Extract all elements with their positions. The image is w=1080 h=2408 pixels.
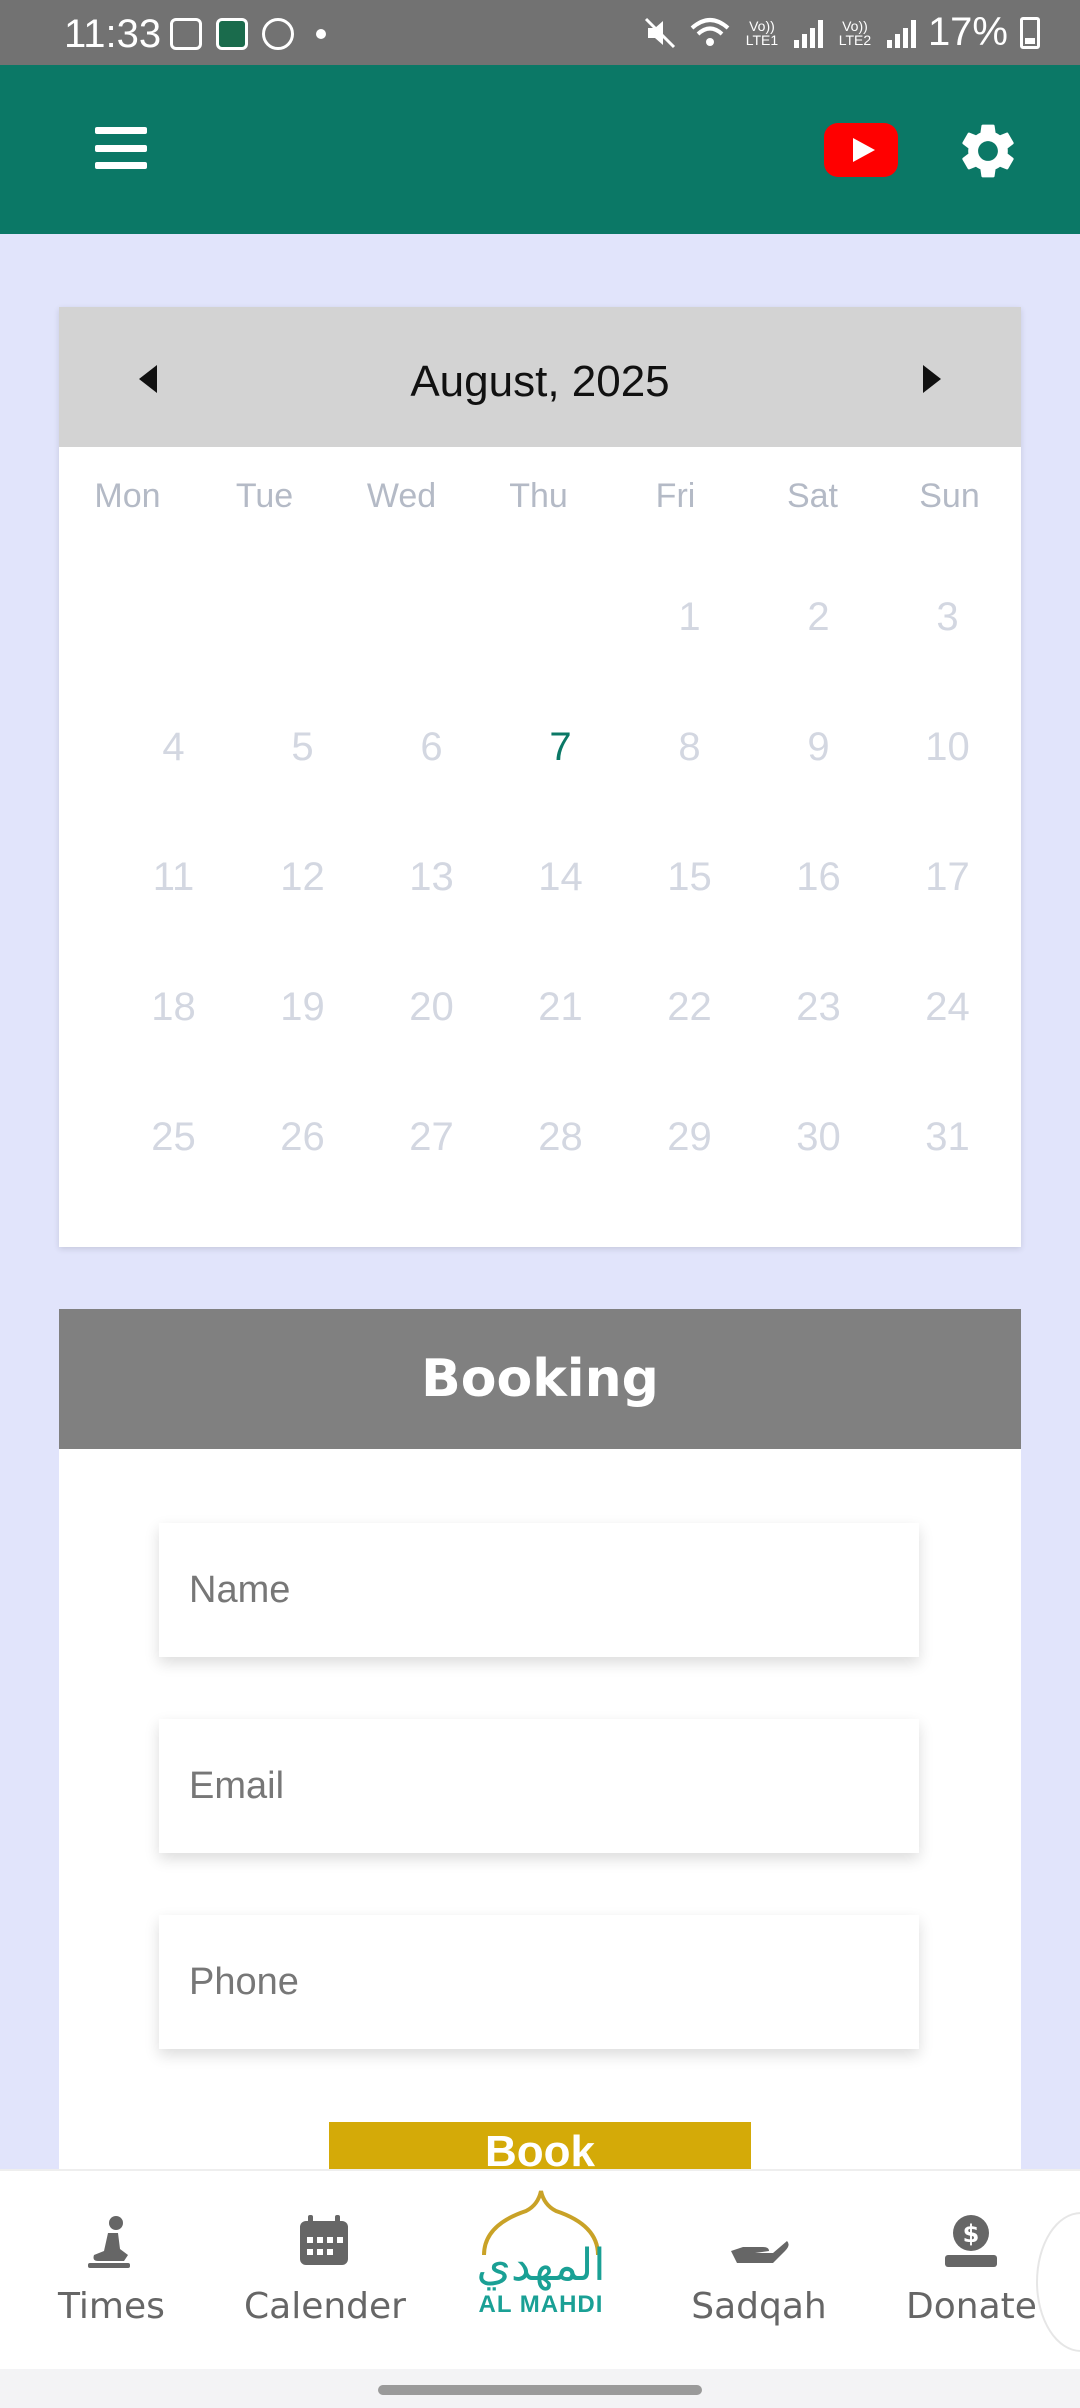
signal-1-icon (793, 18, 823, 48)
day-cell[interactable]: 15 (625, 855, 754, 899)
day-cell[interactable]: 29 (625, 1115, 754, 1159)
day-blank (367, 595, 496, 637)
day-cell[interactable]: 4 (109, 725, 238, 769)
day-cell[interactable]: 28 (496, 1115, 625, 1159)
day-cell[interactable]: 2 (754, 595, 883, 639)
nav-sadqah[interactable]: Sadqah (684, 2211, 834, 2327)
notification-icons (170, 18, 326, 50)
booking-title: Booking (421, 1349, 659, 1409)
phone-field[interactable] (159, 1915, 919, 2049)
donate-icon: $ (945, 2215, 997, 2267)
booking-header: Booking (59, 1309, 1021, 1449)
gesture-area (0, 2369, 1080, 2408)
day-cell[interactable]: 24 (883, 985, 1012, 1029)
giving-hand-icon (731, 2241, 789, 2263)
svg-text:$: $ (963, 2220, 980, 2248)
email-field[interactable] (159, 1719, 919, 1853)
prayer-icon (88, 2216, 130, 2268)
day-cell[interactable]: 8 (625, 725, 754, 769)
sim1-label: Vo)) LTE1 (745, 17, 779, 48)
nav-times-label: Times (58, 2286, 165, 2327)
nav-donate-label: Donate (906, 2286, 1037, 2327)
nav-donate[interactable]: $ Donate (906, 2211, 1037, 2327)
day-cell[interactable]: 18 (109, 985, 238, 1029)
app-bar (0, 65, 1080, 234)
day-cell[interactable]: 6 (367, 725, 496, 769)
nav-sadqah-label: Sadqah (691, 2286, 827, 2327)
day-cell[interactable]: 17 (883, 855, 1012, 899)
day-cell[interactable]: 16 (754, 855, 883, 899)
bottom-nav: Times Calender المهدي AL MAHDI Sadqah $ (0, 2169, 1080, 2369)
weekday-label: Sat (786, 477, 839, 515)
day-cell[interactable]: 23 (754, 985, 883, 1029)
day-cell[interactable]: 5 (238, 725, 367, 769)
day-blank (109, 595, 238, 637)
weekday-label: Mon (94, 477, 161, 515)
next-month-icon[interactable] (923, 365, 941, 393)
nav-calender-label: Calender (244, 2286, 406, 2327)
system-icons: Vo)) LTE1 Vo)) LTE2 17% (642, 10, 1040, 55)
nav-times[interactable]: Times (58, 2211, 165, 2327)
day-cell[interactable]: 27 (367, 1115, 496, 1159)
day-grid: 1 2 3 4 5 6 7 8 9 10 11 12 13 14 15 16 17 18 19 20 21 22 23 24 2… (109, 595, 1012, 1159)
day-cell[interactable]: 30 (754, 1115, 883, 1159)
weekday-label: Wed (366, 477, 437, 515)
wifi-icon (690, 17, 730, 46)
name-field[interactable] (159, 1523, 919, 1657)
gesture-handle[interactable] (378, 2385, 702, 2395)
day-cell[interactable]: 14 (496, 855, 625, 899)
day-cell[interactable]: 25 (109, 1115, 238, 1159)
more-notifications-icon (316, 29, 326, 39)
al-mahdi-logo[interactable]: المهدي AL MAHDI (466, 2187, 616, 2357)
logo-arabic: المهدي (476, 2240, 606, 2291)
weekday-label: Thu (509, 477, 568, 515)
status-time: 11:33 (64, 12, 162, 56)
day-cell[interactable]: 20 (367, 985, 496, 1029)
weekday-row: Mon Tue Wed Thu Fri Sat Sun (59, 477, 1021, 516)
logo-text: AL MAHDI (478, 2291, 604, 2318)
signal-2-icon (886, 18, 916, 48)
day-cell[interactable]: 11 (109, 855, 238, 899)
nav-calender[interactable]: Calender (244, 2211, 406, 2327)
calendar-month-label: August, 2025 (410, 357, 670, 406)
booking-card: Booking Book (59, 1309, 1021, 2182)
day-blank (238, 595, 367, 637)
day-cell[interactable]: 31 (883, 1115, 1012, 1159)
day-cell[interactable]: 13 (367, 855, 496, 899)
day-cell[interactable]: 19 (238, 985, 367, 1029)
calendar-card: August, 2025 Mon Tue Wed Thu Fri Sat Sun 12345… (59, 307, 1021, 1247)
calendar-icon (300, 2215, 348, 2265)
download-icon (262, 18, 294, 50)
day-cell[interactable]: 1 (625, 595, 754, 639)
weekday-label: Fri (655, 477, 696, 515)
hamburger-icon[interactable] (95, 127, 147, 169)
battery-percent: 17% (927, 10, 1008, 54)
battery-icon (1020, 16, 1040, 49)
weekday-label: Tue (235, 477, 294, 515)
day-cell[interactable]: 3 (883, 595, 1012, 639)
day-cell[interactable]: 26 (238, 1115, 367, 1159)
sim2-label: Vo)) LTE2 (838, 17, 872, 48)
day-cell-today[interactable]: 7 (496, 725, 625, 769)
calendar-header: August, 2025 (59, 307, 1021, 447)
day-blank (496, 595, 625, 637)
app-notification-icon (216, 18, 248, 50)
gear-icon[interactable] (955, 118, 1021, 184)
day-cell[interactable]: 10 (883, 725, 1012, 769)
youtube-icon[interactable] (824, 123, 898, 177)
gallery-icon (170, 18, 202, 50)
day-cell[interactable]: 12 (238, 855, 367, 899)
mute-icon (644, 17, 675, 48)
day-cell[interactable]: 21 (496, 985, 625, 1029)
day-cell[interactable]: 9 (754, 725, 883, 769)
status-bar: 11:33 Vo)) LTE1 Vo)) LTE2 17% (0, 0, 1080, 65)
day-cell[interactable]: 22 (625, 985, 754, 1029)
weekday-label: Sun (919, 477, 980, 515)
